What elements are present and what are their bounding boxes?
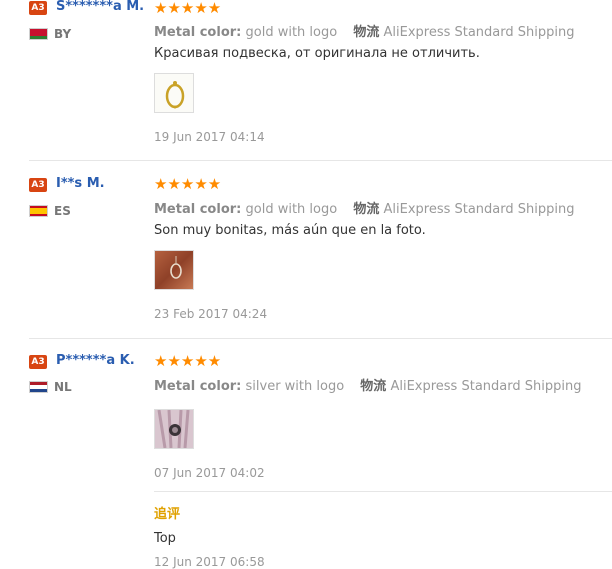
divider [29, 338, 612, 339]
order-info: Metal color: gold with logo 物流 AliExpres… [154, 198, 574, 217]
order-info: Metal color: silver with logo 物流 AliExpr… [154, 375, 581, 394]
followup-label: 追评 [154, 507, 181, 522]
review-photo[interactable] [154, 409, 194, 449]
review-date: 23 Feb 2017 04:24 [154, 307, 268, 321]
logistics-label: 物流 [360, 379, 387, 394]
metal-color-label: Metal color: [154, 25, 242, 40]
country-code: ES [54, 204, 71, 218]
flag-icon [29, 381, 48, 393]
logistics-label: 物流 [353, 202, 380, 217]
metal-color-label: Metal color: [154, 379, 242, 394]
order-info: Metal color: gold with logo 物流 AliExpres… [154, 21, 574, 40]
star-rating: ★★★★★ [154, 175, 222, 193]
followup-divider [154, 491, 612, 492]
review-text: Son muy bonitas, más aún que en la foto. [154, 223, 426, 238]
logistics-label: 物流 [353, 25, 380, 40]
metal-color-value: gold with logo [245, 25, 338, 40]
flag-icon [29, 205, 48, 217]
review-photo[interactable] [154, 250, 194, 290]
review-date: 19 Jun 2017 04:14 [154, 130, 265, 144]
country-code: NL [54, 380, 72, 394]
metal-color-value: gold with logo [245, 202, 338, 217]
reviewer-name[interactable]: P******a K. [56, 353, 135, 368]
shipping-method: AliExpress Standard Shipping [383, 202, 575, 217]
shipping-method: AliExpress Standard Shipping [390, 379, 582, 394]
buyer-level-badge: A3 [29, 355, 47, 369]
review-text: Красивая подвеска, от оригинала не отлич… [154, 46, 480, 61]
review-date: 07 Jun 2017 04:02 [154, 466, 265, 480]
reviewer-name[interactable]: S*******a M. [56, 0, 144, 14]
metal-color-value: silver with logo [245, 379, 345, 394]
followup-text: Top [154, 531, 176, 546]
divider [29, 160, 612, 161]
shipping-method: AliExpress Standard Shipping [383, 25, 575, 40]
reviewer-name[interactable]: I**s M. [56, 176, 105, 191]
star-rating: ★★★★★ [154, 352, 222, 370]
flag-icon [29, 28, 48, 40]
buyer-level-badge: A3 [29, 178, 47, 192]
star-rating: ★★★★★ [154, 0, 222, 17]
country-code: BY [54, 27, 72, 41]
buyer-level-badge: A3 [29, 1, 47, 15]
followup-date: 12 Jun 2017 06:58 [154, 555, 265, 569]
review-photo[interactable] [154, 73, 194, 113]
metal-color-label: Metal color: [154, 202, 242, 217]
